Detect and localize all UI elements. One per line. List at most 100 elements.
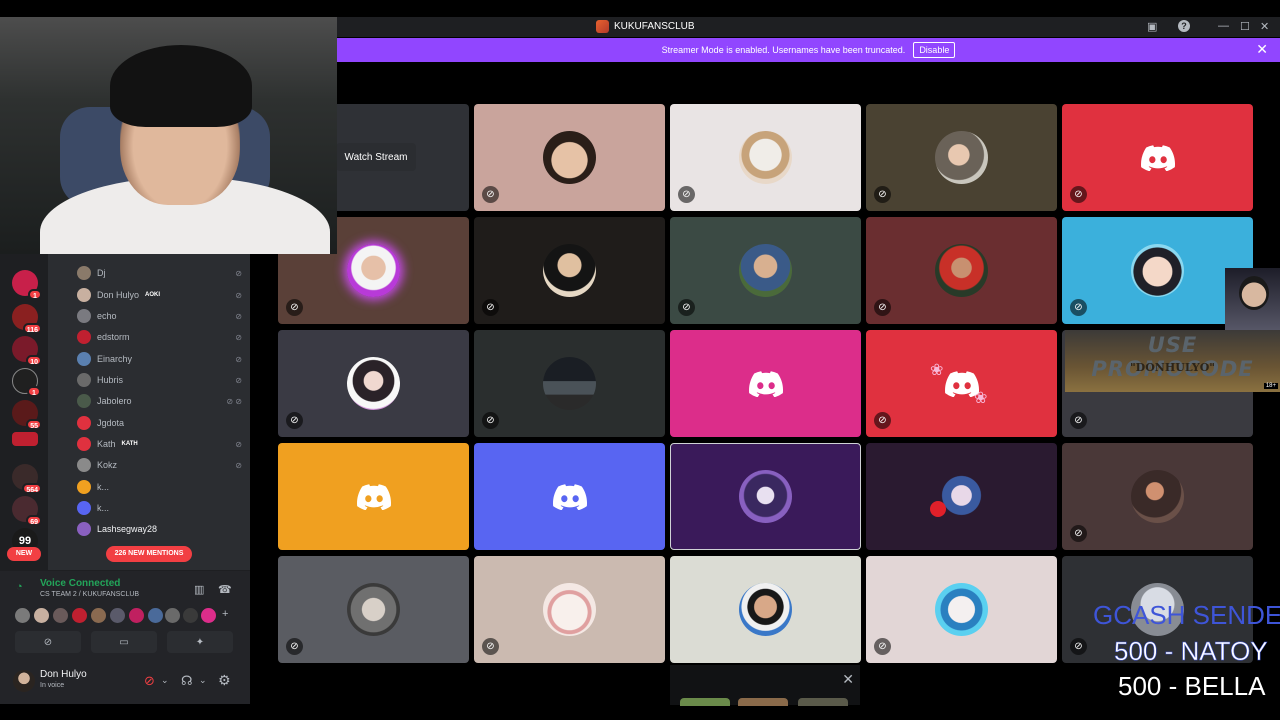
member-item[interactable]: Hubris ⊘: [77, 371, 242, 389]
close-window-icon[interactable]: ✕: [1260, 20, 1269, 33]
server-icon[interactable]: 1: [12, 368, 41, 397]
member-item[interactable]: Kokz ⊘: [77, 456, 242, 474]
voice-channel[interactable]: CS TEAM 2 / KUKUFANSCLUB: [40, 591, 139, 598]
new-unread-pill[interactable]: NEW: [7, 547, 41, 561]
new-mentions-pill[interactable]: 226 NEW MENTIONS: [106, 546, 192, 562]
server-icon[interactable]: [12, 432, 38, 446]
member-name: k...: [97, 503, 110, 513]
avatar: [77, 416, 91, 430]
avatar[interactable]: [91, 608, 106, 623]
avatar: [77, 288, 91, 302]
participant-tile[interactable]: ⊘: [866, 104, 1057, 211]
minimize-icon[interactable]: —: [1218, 20, 1229, 32]
participant-tile[interactable]: ⊘: [1062, 443, 1253, 550]
member-item[interactable]: Don Hulyo AOKI ⊘: [77, 286, 242, 304]
inbox-icon[interactable]: ▣: [1147, 20, 1157, 33]
participant-tile[interactable]: ⊘: [866, 217, 1057, 324]
participant-tile[interactable]: ⊘: [278, 330, 469, 437]
help-icon[interactable]: ?: [1178, 20, 1190, 32]
avatar[interactable]: [201, 608, 216, 623]
member-item[interactable]: echo ⊘: [77, 307, 242, 325]
participant-tile[interactable]: ⊘: [1062, 104, 1253, 211]
avatar[interactable]: [183, 608, 198, 623]
participant-tile[interactable]: ⊘: [474, 330, 665, 437]
participant-tile-speaking[interactable]: [670, 443, 861, 550]
server-icon[interactable]: 69: [12, 496, 42, 526]
participant-tile[interactable]: ⊘: [866, 556, 1057, 663]
deafened-icon: ⊘: [482, 186, 499, 203]
muted-mic-icon[interactable]: ⊘: [144, 673, 155, 689]
participant-tile[interactable]: ❀ ❀ ⊘: [866, 330, 1057, 437]
server-icon[interactable]: 55: [12, 400, 42, 430]
member-item[interactable]: k...: [77, 499, 242, 517]
participant-tile[interactable]: ⊘: [670, 217, 861, 324]
activities-icon[interactable]: ✦: [167, 631, 233, 653]
member-item[interactable]: Jgdota: [77, 414, 242, 432]
gcash-entry: 500 - NATOY: [1114, 636, 1268, 667]
gcash-entry: 500 - BELLA: [1118, 671, 1266, 701]
member-name: Lashsegway28: [97, 524, 158, 534]
chevron-down-icon[interactable]: ⌄: [161, 675, 169, 686]
discord-default-avatar-icon: [1140, 144, 1175, 171]
participant-tile[interactable]: ⊘: [474, 104, 665, 211]
avatar: [77, 480, 91, 494]
secondary-webcam: [1225, 268, 1280, 334]
participant-tile[interactable]: ⊘: [474, 217, 665, 324]
member-item[interactable]: k...: [77, 478, 242, 496]
avatar: [738, 243, 792, 297]
avatar: [346, 356, 400, 410]
server-icon[interactable]: 1: [12, 270, 42, 300]
thumbnail[interactable]: [680, 698, 730, 706]
muted-mic-icon: ⊘: [235, 332, 242, 342]
noise-suppression-icon[interactable]: ▥: [194, 583, 204, 596]
avatar[interactable]: [110, 608, 125, 623]
avatar[interactable]: [148, 608, 163, 623]
member-name: Hubris: [97, 375, 124, 385]
member-item[interactable]: Einarchy ⊘: [77, 350, 242, 368]
server-icon[interactable]: 116: [12, 304, 42, 334]
member-item[interactable]: Kath KATH ⊘: [77, 435, 242, 453]
participant-tile[interactable]: ⊘: [474, 556, 665, 663]
member-item[interactable]: Lashsegway28: [77, 520, 242, 538]
add-icon[interactable]: +: [222, 608, 228, 620]
headphones-icon[interactable]: ☊: [181, 673, 193, 689]
participant-tile[interactable]: [670, 556, 861, 663]
avatar[interactable]: [13, 670, 35, 692]
server-badge: 69: [26, 515, 42, 526]
avatar[interactable]: [165, 608, 180, 623]
member-name: edstorm: [97, 332, 130, 342]
avatar[interactable]: [53, 608, 68, 623]
signal-icon[interactable]: ◔: [16, 581, 23, 593]
close-icon[interactable]: ✕: [842, 671, 854, 688]
muted-mic-icon: ⊘: [235, 311, 242, 321]
disconnect-icon[interactable]: ☎: [218, 583, 232, 596]
watch-stream-button[interactable]: Watch Stream: [336, 143, 416, 171]
avatar[interactable]: [34, 608, 49, 623]
server-icon[interactable]: 10: [12, 336, 42, 366]
participant-tile[interactable]: [670, 330, 861, 437]
avatar[interactable]: [129, 608, 144, 623]
muted-mic-icon: ⊘: [1070, 525, 1087, 542]
participant-tile[interactable]: ⊘: [278, 556, 469, 663]
member-item[interactable]: Jabolero ⊘ ⊘: [77, 392, 242, 410]
participant-tile[interactable]: [474, 443, 665, 550]
screen-share-icon[interactable]: ▭: [91, 631, 157, 653]
thumbnail[interactable]: [738, 698, 788, 706]
server-badge: 564: [22, 483, 42, 494]
avatar: [738, 582, 792, 636]
participant-tile[interactable]: [866, 443, 1057, 550]
participant-tile[interactable]: [278, 443, 469, 550]
server-icon[interactable]: 564: [12, 464, 42, 494]
member-item[interactable]: edstorm ⊘: [77, 328, 242, 346]
chevron-down-icon[interactable]: ⌄: [199, 675, 207, 686]
participant-tile[interactable]: ⊘: [670, 104, 861, 211]
banner-close-icon[interactable]: ✕: [1256, 41, 1268, 58]
member-item[interactable]: Dj ⊘: [77, 264, 242, 282]
avatar[interactable]: [72, 608, 87, 623]
camera-off-icon[interactable]: ⊘: [15, 631, 81, 653]
avatar[interactable]: [15, 608, 30, 623]
thumbnail[interactable]: [798, 698, 848, 706]
maximize-icon[interactable]: ☐: [1240, 20, 1250, 33]
gear-icon[interactable]: ⚙: [218, 672, 231, 689]
disable-streamer-mode-button[interactable]: Disable: [913, 42, 956, 58]
